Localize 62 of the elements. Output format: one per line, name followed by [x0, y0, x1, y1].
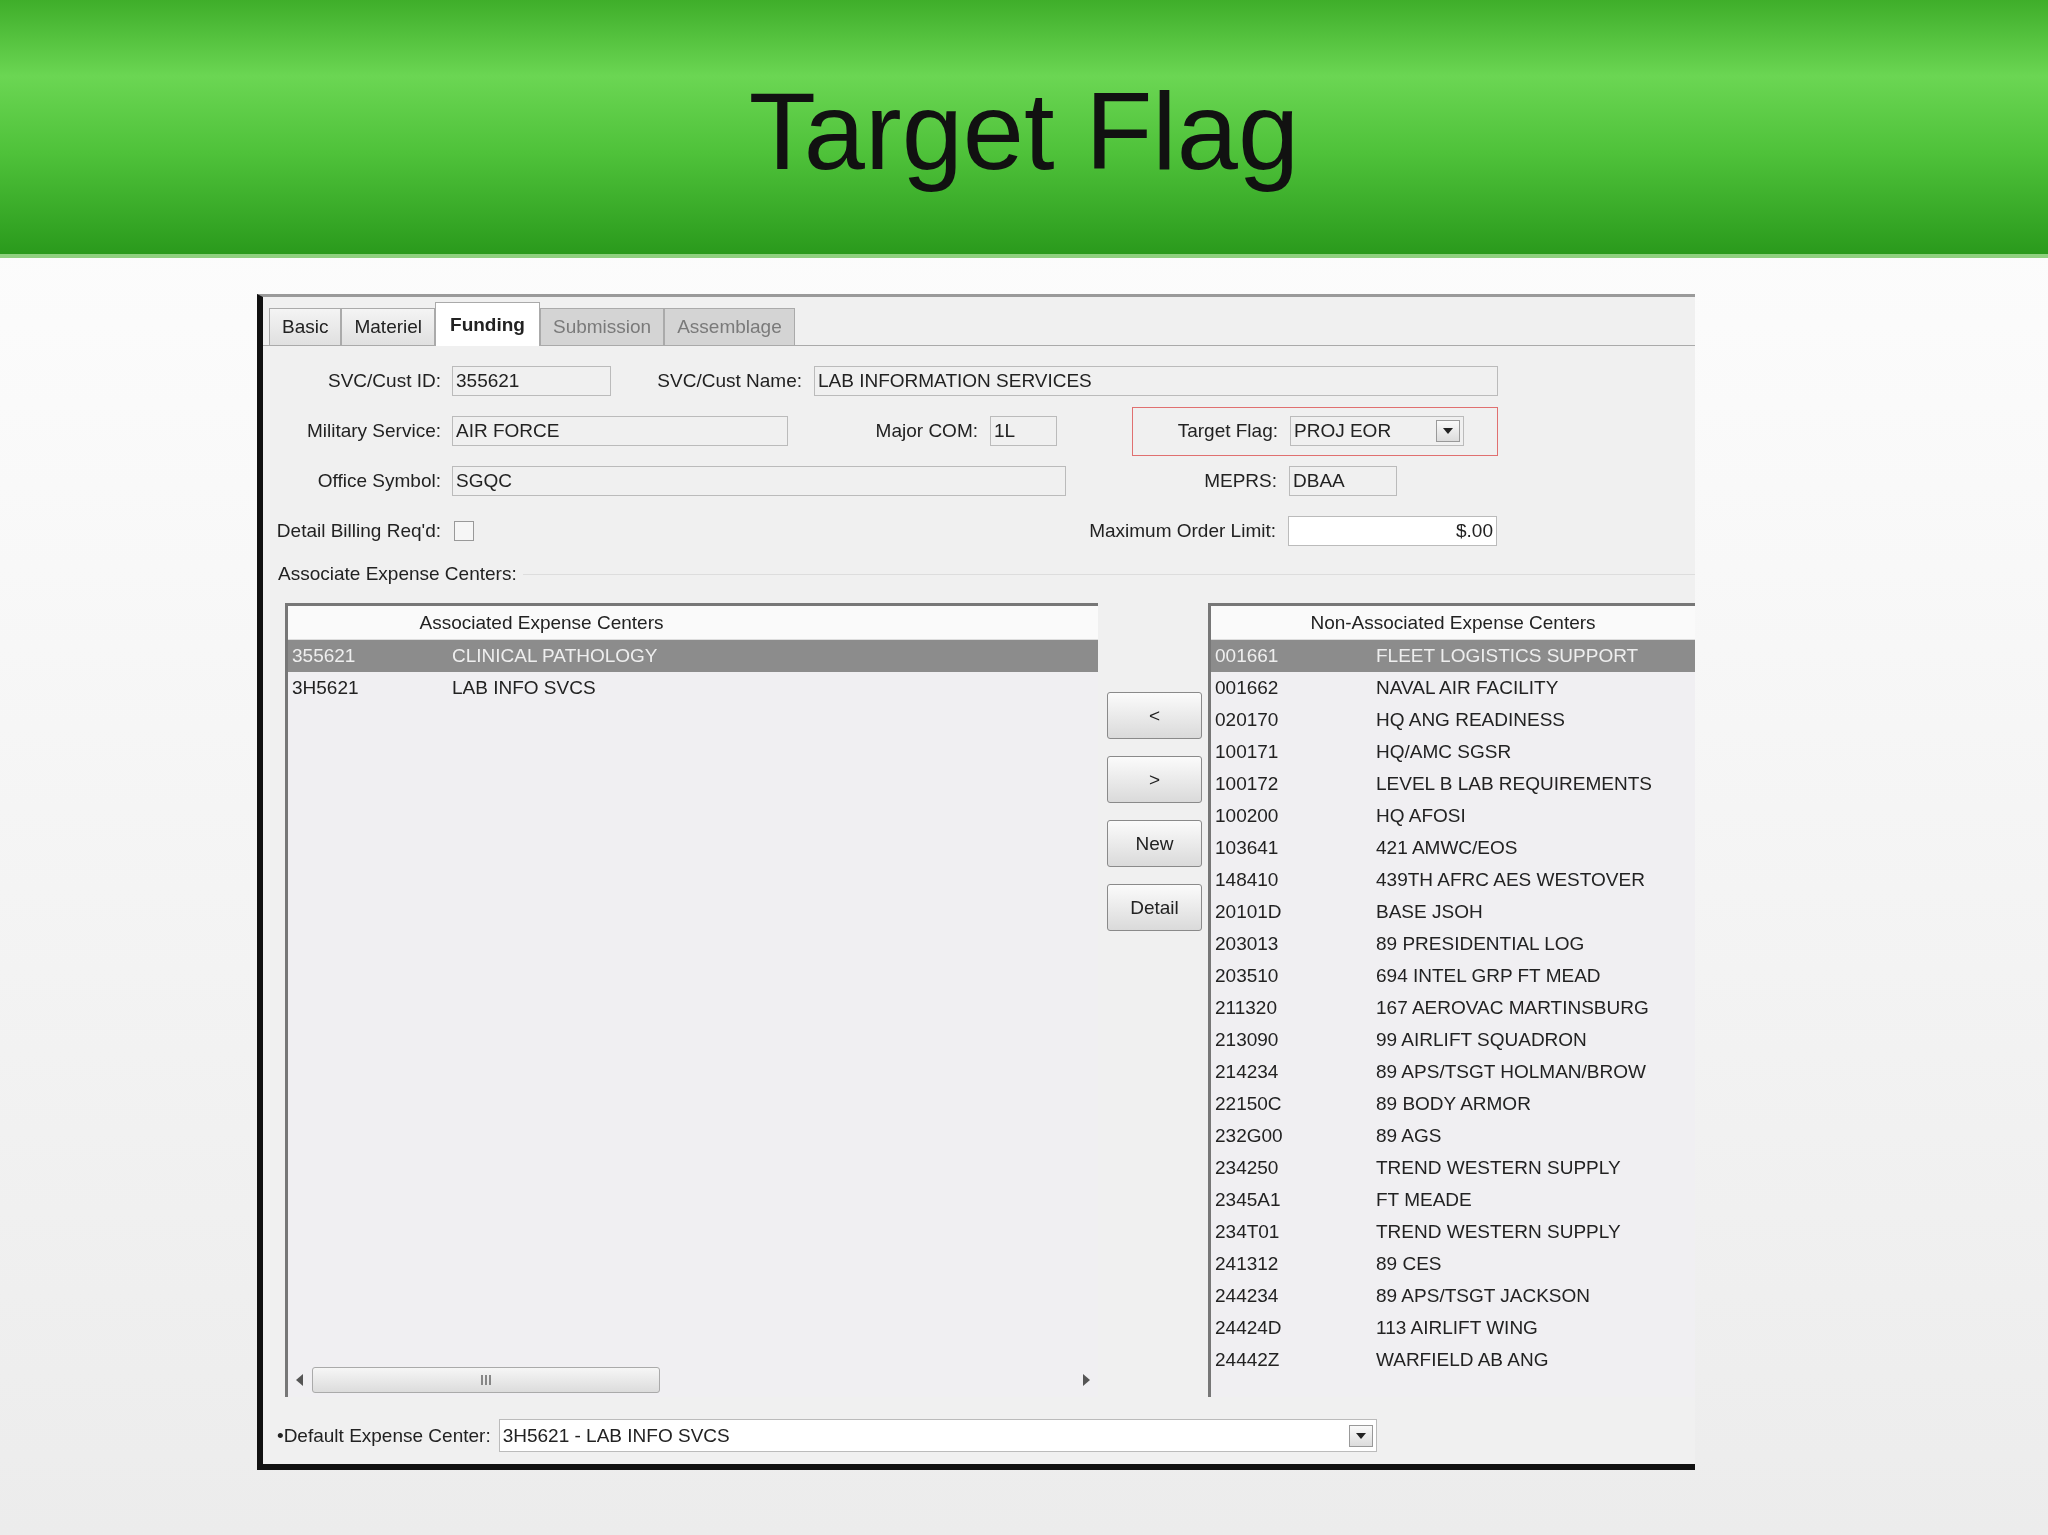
list-row[interactable]: 211320 167 AEROVAC MARTINSBURG: [1211, 992, 1695, 1024]
field-label: Major COM:: [874, 420, 978, 442]
text-field[interactable]: $.00: [1288, 516, 1497, 546]
field-label: Maximum Order Limit:: [1088, 520, 1276, 542]
checkbox[interactable]: [454, 521, 474, 541]
list-row[interactable]: 213090 99 AIRLIFT SQUADRON: [1211, 1024, 1695, 1056]
text-field[interactable]: LAB INFORMATION SERVICES: [814, 366, 1498, 396]
list-row[interactable]: 001662 NAVAL AIR FACILITY: [1211, 672, 1695, 704]
list-row[interactable]: 203013 89 PRESIDENTIAL LOG: [1211, 928, 1695, 960]
slide-title: Target Flag: [748, 67, 1300, 194]
list-row[interactable]: 203510 694 INTEL GRP FT MEAD: [1211, 960, 1695, 992]
tab[interactable]: Materiel: [341, 308, 436, 345]
dropdown[interactable]: 3H5621 - LAB INFO SVCS: [498, 1419, 1377, 1452]
action-button[interactable]: New: [1107, 820, 1202, 867]
tab[interactable]: Funding: [435, 302, 540, 346]
column-header: Associated Expense Centers: [418, 610, 665, 635]
list-row[interactable]: 3H5621 LAB INFO SVCS: [288, 672, 1098, 704]
list-row[interactable]: 24442Z WARFIELD AB ANG: [1211, 1344, 1695, 1376]
field-label: Target Flag:: [1176, 420, 1278, 442]
list-row[interactable]: 22150C 89 BODY ARMOR: [1211, 1088, 1695, 1120]
list-box[interactable]: Associated Expense Centers 355621 CLINICAL PATHOLOGY 3H5621 LAB INFO SVCS: [285, 603, 1098, 1397]
text-field[interactable]: 1L: [990, 416, 1057, 446]
list-row[interactable]: 100171 HQ/AMC SGSR: [1211, 736, 1695, 768]
tab[interactable]: Basic: [269, 308, 342, 345]
list-row[interactable]: 234T01 TREND WESTERN SUPPLY: [1211, 1216, 1695, 1248]
list-row[interactable]: 24424D 113 AIRLIFT WING: [1211, 1312, 1695, 1344]
list-row[interactable]: 214234 89 APS/TSGT HOLMAN/BROW: [1211, 1056, 1695, 1088]
field-label: •Default Expense Center:: [277, 1424, 491, 1447]
field-label: SVC/Cust ID:: [327, 370, 441, 392]
list-row[interactable]: 148410 439TH AFRC AES WESTOVER: [1211, 864, 1695, 896]
list-row[interactable]: 100200 HQ AFOSI: [1211, 800, 1695, 832]
section-label: Associate Expense Centers:: [278, 563, 517, 585]
list-row[interactable]: 244234 89 APS/TSGT JACKSON: [1211, 1280, 1695, 1312]
scroll-left-icon[interactable]: [296, 1374, 304, 1386]
list-row[interactable]: 234250 TREND WESTERN SUPPLY: [1211, 1152, 1695, 1184]
list-row[interactable]: 232G00 89 AGS: [1211, 1120, 1695, 1152]
dropdown-arrow-icon[interactable]: [1443, 428, 1453, 434]
text-field[interactable]: SGQC: [452, 466, 1066, 496]
column-header: Non-Associated Expense Centers: [1309, 610, 1597, 635]
scroll-right-icon[interactable]: [1082, 1374, 1090, 1386]
action-button[interactable]: >: [1107, 756, 1202, 803]
field-label: Office Symbol:: [316, 470, 441, 492]
action-button[interactable]: <: [1107, 692, 1202, 739]
list-row[interactable]: 2345A1 FT MEADE: [1211, 1184, 1695, 1216]
text-field[interactable]: 355621: [452, 366, 611, 396]
list-box[interactable]: [1208, 603, 1695, 1397]
field-label: SVC/Cust Name:: [656, 370, 802, 392]
list-row[interactable]: 020170 HQ ANG READINESS: [1211, 704, 1695, 736]
dropdown-arrow-icon[interactable]: [1355, 1432, 1366, 1439]
field-label: Detail Billing Req'd:: [275, 520, 441, 542]
text-field[interactable]: DBAA: [1289, 466, 1397, 496]
dropdown[interactable]: PROJ EOR: [1290, 416, 1464, 446]
field-label: MEPRS:: [1203, 470, 1277, 492]
list-row[interactable]: 20101D BASE JSOH: [1211, 896, 1695, 928]
list-row[interactable]: 103641 421 AMWC/EOS: [1211, 832, 1695, 864]
grip-icon: [480, 1375, 492, 1385]
action-button[interactable]: Detail: [1107, 884, 1202, 931]
list-row[interactable]: 241312 89 CES: [1211, 1248, 1695, 1280]
field-label: Military Service:: [305, 420, 441, 442]
scrollbar-thumb[interactable]: [312, 1367, 660, 1393]
list-row[interactable]: 100172 LEVEL B LAB REQUIREMENTS: [1211, 768, 1695, 800]
text-field[interactable]: AIR FORCE: [452, 416, 788, 446]
